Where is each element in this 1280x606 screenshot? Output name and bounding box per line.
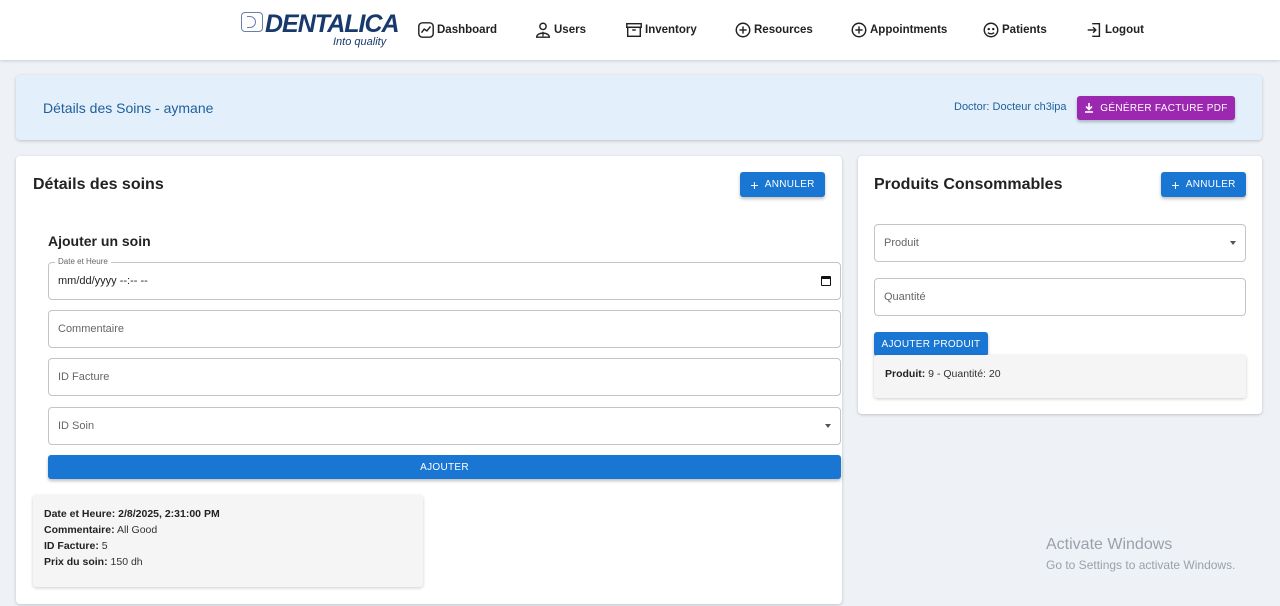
date-time-label: Date et Heure xyxy=(55,257,111,266)
produit-item: Produit: 9 - Quantité: 20 xyxy=(874,355,1246,398)
chevron-down-icon xyxy=(1230,241,1236,245)
plus-circle-icon xyxy=(735,22,751,38)
facture-id-field[interactable]: ID Facture xyxy=(48,358,841,396)
add-soin-title: Ajouter un soin xyxy=(48,233,151,249)
calendar-icon[interactable] xyxy=(821,276,831,286)
soins-card-title: Détails des soins xyxy=(33,176,164,193)
record-prix-line: Prix du soin: 150 dh xyxy=(44,556,143,568)
quantite-placeholder: Quantité xyxy=(884,291,926,303)
plus-icon: + xyxy=(1171,176,1180,193)
comment-field[interactable]: Commentaire xyxy=(48,310,841,348)
nav-patients-label: Patients xyxy=(1002,24,1047,36)
add-soin-button[interactable]: AJOUTER xyxy=(48,455,841,479)
record-comment-value: All Good xyxy=(116,524,158,536)
brand-tagline: Into quality xyxy=(333,36,387,48)
face-icon xyxy=(983,22,999,38)
plus-circle-icon xyxy=(851,22,867,38)
nav-logout-label: Logout xyxy=(1105,24,1144,36)
produit-placeholder: Produit xyxy=(884,237,919,249)
produit-item-value: 9 xyxy=(928,368,935,380)
add-produit-button[interactable]: AJOUTER PRODUIT xyxy=(874,332,988,356)
record-prix-label: Prix du soin: xyxy=(44,556,108,568)
produit-select[interactable]: Produit xyxy=(874,224,1246,262)
soins-cancel-label: ANNULER xyxy=(764,179,815,190)
brand-logo[interactable]: DENTALICA Into quality xyxy=(241,10,400,52)
record-facture-value: 5 xyxy=(101,540,108,552)
doctor-name: Doctor: Docteur ch3ipa xyxy=(954,101,1067,113)
record-facture-line: ID Facture: 5 xyxy=(44,540,108,552)
generate-invoice-pdf-label: GÉNÉRER FACTURE PDF xyxy=(1100,102,1228,114)
logout-icon xyxy=(1087,22,1101,38)
chevron-down-icon xyxy=(825,424,831,428)
download-icon xyxy=(1085,103,1094,113)
tooth-logo-icon xyxy=(241,12,263,32)
page-title: Détails des Soins - aymane xyxy=(43,100,214,116)
top-navbar: DENTALICA Into quality Dashboard Users I… xyxy=(0,0,1280,60)
add-produit-label: AJOUTER PRODUIT xyxy=(881,338,981,350)
produits-card: Produits Consommables + ANNULER Produit … xyxy=(858,156,1262,414)
chart-line-icon xyxy=(418,22,434,38)
record-comment-label: Commentaire: xyxy=(44,524,115,536)
nav-inventory[interactable]: Inventory xyxy=(625,20,697,40)
record-comment-line: Commentaire: All Good xyxy=(44,524,157,536)
user-doctor-icon xyxy=(535,22,551,38)
produits-card-title: Produits Consommables xyxy=(874,176,1063,193)
soin-id-placeholder: ID Soin xyxy=(58,420,95,432)
produits-cancel-label: ANNULER xyxy=(1185,179,1236,190)
record-date-value: 2/8/2025, 2:31:00 PM xyxy=(118,508,220,520)
date-time-value: mm/dd/yyyy --:-- -- xyxy=(58,275,148,287)
nav-resources-label: Resources xyxy=(754,24,813,36)
nav-resources[interactable]: Resources xyxy=(734,20,813,40)
nav-users-label: Users xyxy=(554,24,586,36)
nav-appointments-label: Appointments xyxy=(870,24,948,36)
windows-activation-subtitle: Go to Settings to activate Windows. xyxy=(1046,558,1236,572)
plus-icon: + xyxy=(750,176,759,193)
archive-box-icon xyxy=(626,22,642,38)
facture-id-placeholder: ID Facture xyxy=(58,371,110,383)
produit-item-label: Produit: xyxy=(885,368,926,380)
windows-activation-title: Activate Windows xyxy=(1046,536,1173,553)
nav-dashboard-label: Dashboard xyxy=(437,24,498,36)
nav-users[interactable]: Users xyxy=(534,20,586,40)
record-date-label: Date et Heure: xyxy=(44,508,116,520)
quantite-field[interactable]: Quantité xyxy=(874,278,1246,316)
comment-placeholder: Commentaire xyxy=(58,323,125,335)
nav-appointments[interactable]: Appointments xyxy=(850,20,947,40)
produits-cancel-button[interactable]: + ANNULER xyxy=(1161,172,1246,197)
soin-id-select[interactable]: ID Soin xyxy=(48,407,841,445)
soin-record: Date et Heure: 2/8/2025, 2:31:00 PM Comm… xyxy=(33,495,423,587)
generate-invoice-pdf-button[interactable]: GÉNÉRER FACTURE PDF xyxy=(1077,96,1235,120)
record-date-line: Date et Heure: 2/8/2025, 2:31:00 PM xyxy=(44,508,220,520)
soins-card: Détails des soins + ANNULER Ajouter un s… xyxy=(16,156,842,604)
soins-cancel-button[interactable]: + ANNULER xyxy=(740,172,825,197)
nav-inventory-label: Inventory xyxy=(645,24,697,36)
produit-item-quantite: - Quantité: 20 xyxy=(936,368,1001,380)
date-time-field[interactable]: Date et Heure mm/dd/yyyy --:-- -- xyxy=(48,257,841,300)
page-header: Détails des Soins - aymane Doctor: Docte… xyxy=(16,75,1262,140)
brand-name: DENTALICA xyxy=(265,10,400,38)
record-prix-value: 150 dh xyxy=(110,556,143,568)
nav-dashboard[interactable]: Dashboard xyxy=(417,20,497,40)
produit-item-line: Produit: 9 - Quantité: 20 xyxy=(885,368,1001,380)
record-facture-label: ID Facture: xyxy=(44,540,99,552)
nav-logout[interactable]: Logout xyxy=(1085,20,1144,40)
nav-patients[interactable]: Patients xyxy=(982,20,1047,40)
add-soin-label: AJOUTER xyxy=(420,461,469,473)
